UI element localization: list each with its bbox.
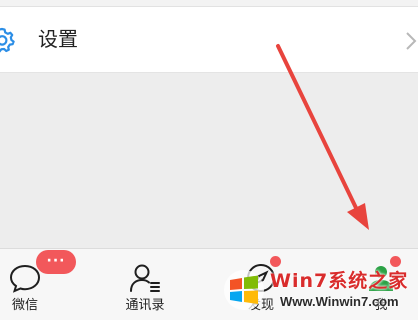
top-divider — [0, 0, 418, 7]
unread-badge: ··· — [36, 250, 76, 274]
tab-label-contacts: 通讯录 — [125, 298, 165, 313]
settings-label: 设置 — [38, 27, 78, 51]
windows-logo-icon — [224, 270, 264, 310]
contacts-icon — [130, 264, 160, 292]
watermark-title: Win7系统之家 — [270, 270, 409, 292]
gear-icon — [0, 27, 15, 53]
site-watermark: Win7系统之家 Www.Winwin7.com — [218, 258, 416, 318]
watermark-url: Www.Winwin7.com — [280, 294, 399, 309]
wechat-me-screen: 设置 微信 通讯录 发现 我 ··· Win7系统之家 Www.Winwin7.… — [0, 0, 418, 320]
chevron-right-icon — [406, 32, 417, 50]
tab-label-wechat: 微信 — [11, 298, 38, 313]
tab-contacts[interactable]: 通讯录 — [100, 249, 190, 320]
settings-row[interactable]: 设置 — [0, 7, 418, 73]
